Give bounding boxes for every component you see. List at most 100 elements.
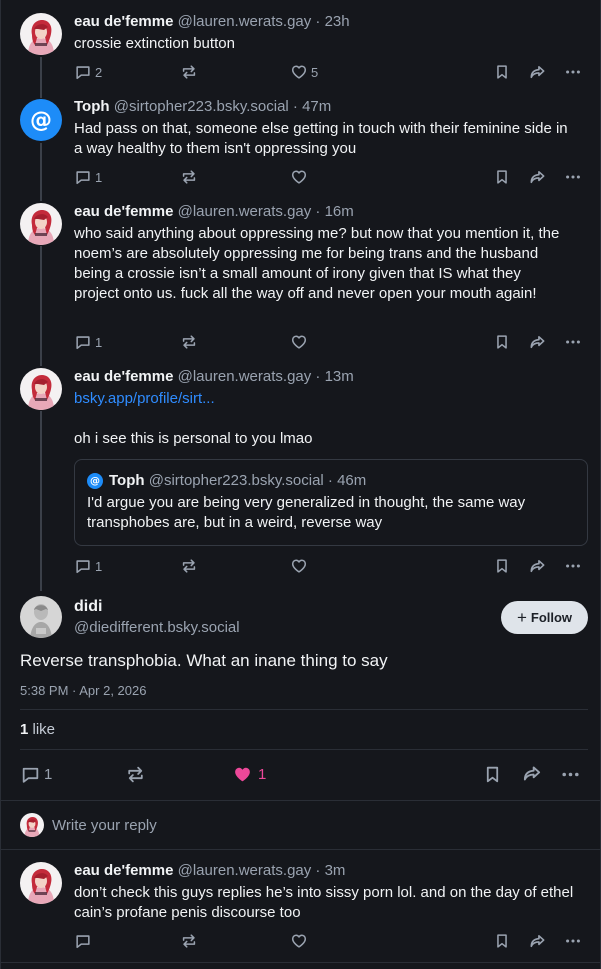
bookmark-button[interactable] <box>493 555 511 577</box>
author-handle[interactable]: @sirtopher223.bsky.social <box>114 98 289 115</box>
like-button[interactable]: 1 <box>232 762 266 786</box>
avatar[interactable] <box>20 368 62 410</box>
repost-button[interactable] <box>125 762 146 786</box>
post-time[interactable]: · 47m <box>293 98 331 115</box>
share-button[interactable] <box>521 762 543 786</box>
share-button[interactable] <box>528 331 547 353</box>
reply-button[interactable]: 2 <box>74 61 102 83</box>
share-button[interactable] <box>528 555 547 577</box>
thread-connector <box>40 143 42 201</box>
heart-icon <box>290 168 308 186</box>
post-timestamp[interactable]: 5:38 PM · Apr 2, 2026 <box>20 683 146 698</box>
share-icon <box>528 557 547 576</box>
post-link[interactable]: bsky.app/profile/sirt... <box>74 389 574 409</box>
post-actions: 1 <box>74 555 584 577</box>
author-handle[interactable]: @diedifferent.bsky.social <box>74 619 240 636</box>
author-name[interactable]: didi <box>74 598 102 616</box>
post-time[interactable]: · 16m <box>315 203 353 220</box>
more-button[interactable] <box>564 166 582 188</box>
reply-button[interactable]: 1 <box>74 331 102 353</box>
post-actions <box>74 930 584 952</box>
bookmark-button[interactable] <box>493 930 511 952</box>
like-button[interactable] <box>290 930 308 952</box>
reply-count: 2 <box>95 64 103 80</box>
reply-button[interactable] <box>74 930 92 952</box>
author-handle[interactable]: @lauren.werats.gay <box>178 13 312 30</box>
like-button[interactable] <box>290 166 308 188</box>
reply-composer[interactable]: Write your reply <box>1 801 601 849</box>
likes-label: like <box>32 721 56 738</box>
bookmark-button[interactable] <box>493 331 511 353</box>
more-button[interactable] <box>564 331 582 353</box>
focused-post-text: Reverse transphobia. What an inane thing… <box>20 651 388 670</box>
repost-button[interactable] <box>180 331 198 353</box>
post-actions: 1 <box>74 331 584 353</box>
follow-button[interactable]: + Follow <box>501 601 588 634</box>
author-handle[interactable]: @lauren.werats.gay <box>178 203 312 220</box>
share-button[interactable] <box>528 930 547 952</box>
heart-icon <box>290 63 308 81</box>
avatar[interactable] <box>20 203 62 245</box>
share-button[interactable] <box>528 166 547 188</box>
post-actions: 1 <box>74 166 584 188</box>
author-name[interactable]: eau de'femme <box>74 862 173 879</box>
like-button[interactable] <box>290 331 308 353</box>
share-button[interactable] <box>528 61 547 83</box>
more-button[interactable] <box>564 61 582 83</box>
repost-icon <box>180 168 198 186</box>
bookmark-button[interactable] <box>482 762 503 786</box>
reply-count: 1 <box>95 558 103 574</box>
repost-button[interactable] <box>180 930 198 952</box>
quote-text: I'd argue you are being very generalized… <box>87 494 526 531</box>
quote-header: Toph @sirtopher223.bsky.social · 46m <box>109 472 366 489</box>
bookmark-icon <box>493 557 511 575</box>
avatar[interactable] <box>20 596 62 638</box>
reply-icon <box>74 557 92 575</box>
author-name[interactable]: Toph <box>74 98 110 115</box>
post-header: eau de'femme @lauren.werats.gay · 16m <box>74 203 354 220</box>
heart-filled-icon <box>232 764 253 785</box>
post-time[interactable]: · 13m <box>315 368 353 385</box>
more-button[interactable] <box>564 930 582 952</box>
bookmark-button[interactable] <box>493 61 511 83</box>
repost-button[interactable] <box>180 61 198 83</box>
more-icon <box>564 333 582 351</box>
post-time[interactable]: · 23h <box>315 13 349 30</box>
more-button[interactable] <box>560 762 581 786</box>
author-handle[interactable]: @lauren.werats.gay <box>178 862 312 879</box>
likes-summary[interactable]: 1 like <box>20 721 55 738</box>
avatar[interactable] <box>20 862 62 904</box>
repost-button[interactable] <box>180 166 198 188</box>
reply-count: 1 <box>44 765 53 783</box>
bookmark-icon <box>493 63 511 81</box>
bookmark-icon <box>493 168 511 186</box>
reply-button[interactable]: 1 <box>20 762 52 786</box>
post-time[interactable]: · 3m <box>315 862 345 879</box>
more-icon <box>564 932 582 950</box>
like-button[interactable] <box>290 555 308 577</box>
author-name[interactable]: eau de'femme <box>74 13 173 30</box>
more-button[interactable] <box>564 555 582 577</box>
plus-icon: + <box>516 607 527 627</box>
author-name[interactable]: eau de'femme <box>74 203 173 220</box>
share-icon <box>528 168 547 187</box>
author-name[interactable]: eau de'femme <box>74 368 173 385</box>
repost-button[interactable] <box>180 555 198 577</box>
thread-view: eau de'femme @lauren.werats.gay · 23h cr… <box>0 0 601 969</box>
heart-icon <box>290 932 308 950</box>
focused-post-actions: 1 1 <box>20 762 588 786</box>
reply-icon <box>20 764 41 785</box>
heart-icon <box>290 333 308 351</box>
reply-button[interactable]: 1 <box>74 166 102 188</box>
bookmark-button[interactable] <box>493 166 511 188</box>
reply-button[interactable]: 1 <box>74 555 102 577</box>
post-header: eau de'femme @lauren.werats.gay · 13m <box>74 368 354 385</box>
like-button[interactable]: 5 <box>290 61 318 83</box>
at-sign-icon: @ <box>30 107 52 133</box>
quoted-post[interactable]: @ Toph @sirtopher223.bsky.social · 46m I… <box>74 459 588 546</box>
avatar[interactable] <box>20 13 62 55</box>
reply-icon <box>74 932 92 950</box>
author-handle[interactable]: @lauren.werats.gay <box>178 368 312 385</box>
reply-count: 1 <box>95 334 103 350</box>
avatar[interactable]: @ <box>20 99 62 141</box>
